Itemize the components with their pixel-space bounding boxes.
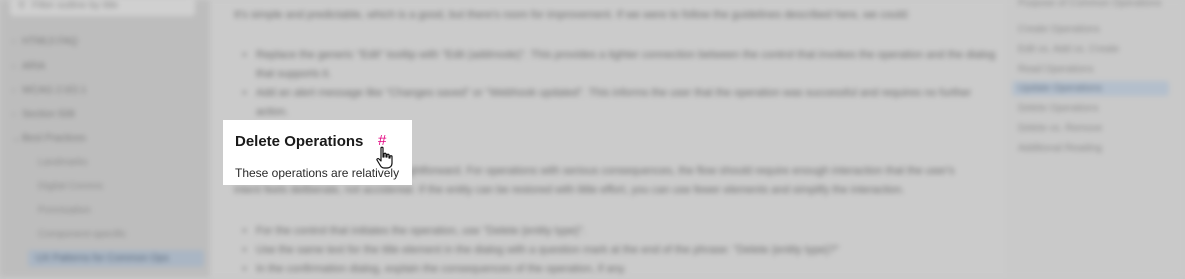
chevron-down-icon: ⌄ [12, 133, 21, 144]
chevron-right-icon: › [12, 36, 16, 47]
list-item: Use the same text for the title element … [256, 241, 996, 260]
list-item: Add an alert message like "Changes saved… [256, 84, 996, 122]
chevron-right-icon: › [12, 61, 16, 72]
outline-filter-placeholder: Filter outline by title [32, 0, 119, 11]
sidebar-item-label: HTML5 FAQ [22, 36, 78, 47]
sidebar-item-label: UX Patterns for Common Ops [36, 253, 169, 264]
sidebar-item-component-specific[interactable]: Component-specific [38, 229, 126, 240]
sidebar-item-landmarks[interactable]: Landmarks [38, 157, 87, 168]
hand-pointer-icon [376, 146, 393, 169]
toc-item-additional-reading[interactable]: Additional Reading [1018, 143, 1102, 154]
sidebar-item-label: Section 508 [22, 109, 75, 120]
sidebar: ⚲ Filter outline by title › HTML5 FAQ › AR… [0, 0, 210, 277]
sidebar-item-label: Punctuation [38, 205, 91, 216]
list-item: Replace the generic "Edit" tooltip with … [256, 46, 996, 84]
toc-item-update[interactable]: Update Operations [1012, 81, 1169, 96]
list-item: In the confirmation dialog, explain the … [256, 260, 996, 279]
toc-item-delete-vs-remove[interactable]: Delete vs. Remove [1018, 123, 1102, 134]
toc-item-purpose[interactable]: Purpose of Common Operations [1018, 0, 1161, 9]
table-of-contents [1005, 0, 1185, 277]
toc-item-read[interactable]: Read Operations [1018, 64, 1094, 75]
sidebar-item-aria[interactable]: › ARIA [12, 61, 45, 72]
sidebar-item-best-practices[interactable]: ⌄ Best Practices [12, 133, 86, 144]
bottom-bullet-list: For the control that initiates the opera… [238, 222, 996, 279]
sidebar-item-label: Best Practices [22, 133, 86, 144]
sidebar-item-label: Digital Comms [38, 181, 104, 192]
sidebar-item-ux-patterns[interactable]: UX Patterns for Common Ops [28, 250, 204, 267]
toc-item-create[interactable]: Create Operations [1018, 24, 1100, 35]
top-bullet-list: Replace the generic "Edit" tooltip with … [238, 46, 996, 122]
sidebar-item-html5-faq[interactable]: › HTML5 FAQ [12, 36, 78, 47]
spotlight-region: Delete Operations # These operations are… [223, 120, 412, 185]
outline-filter[interactable]: ⚲ Filter outline by title [10, 0, 195, 16]
sidebar-item-section-508[interactable]: › Section 508 [12, 109, 75, 120]
sidebar-item-punctuation[interactable]: Punctuation [38, 205, 91, 216]
toc-item-delete[interactable]: Delete Operations [1018, 103, 1099, 114]
sidebar-item-label: Component-specific [38, 229, 127, 240]
sidebar-item-label: Landmarks [38, 157, 88, 168]
chevron-right-icon: › [12, 109, 16, 120]
intro-paragraph: It's simple and predictable, which is a … [234, 9, 910, 21]
list-item: For the control that initiates the opera… [256, 222, 996, 241]
section-heading: Delete Operations [235, 133, 364, 150]
toc-item-edit-add-create[interactable]: Edit vs. Add vs. Create [1018, 44, 1119, 55]
chevron-right-icon: › [12, 85, 16, 96]
blurred-background: ⚲ Filter outline by title › HTML5 FAQ › AR… [0, 0, 1185, 277]
sidebar-item-label: ARIA [22, 61, 46, 72]
sidebar-item-digital-comms[interactable]: Digital Comms [38, 181, 103, 192]
sidebar-item-label: WCAG 2.0/2.1 [22, 85, 87, 96]
filter-icon: ⚲ [18, 0, 26, 11]
sidebar-item-wcag[interactable]: › WCAG 2.0/2.1 [12, 85, 86, 96]
